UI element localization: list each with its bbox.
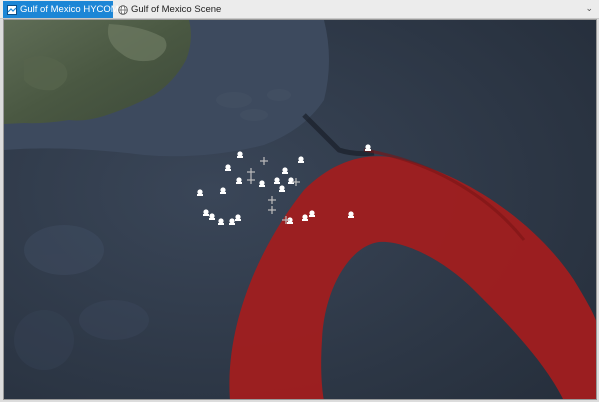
tab-gulf-of-mexico-scene[interactable]: Gulf of Mexico Scene — [114, 1, 221, 18]
tab-gulf-of-mexico-hycom[interactable]: Gulf of Mexico HYCOM ✕ — [3, 1, 128, 18]
tab-label: Gulf of Mexico HYCOM — [20, 4, 119, 15]
tab-label: Gulf of Mexico Scene — [131, 4, 222, 15]
map-view[interactable] — [3, 19, 597, 400]
globe-scene-icon — [118, 4, 128, 15]
map-canvas[interactable] — [4, 20, 597, 400]
chevron-down-icon[interactable]: ⌄ — [585, 3, 593, 14]
map-icon — [7, 4, 17, 15]
view-tab-bar: Gulf of Mexico HYCOM ✕ Gulf of Mexico Sc… — [0, 0, 599, 19]
